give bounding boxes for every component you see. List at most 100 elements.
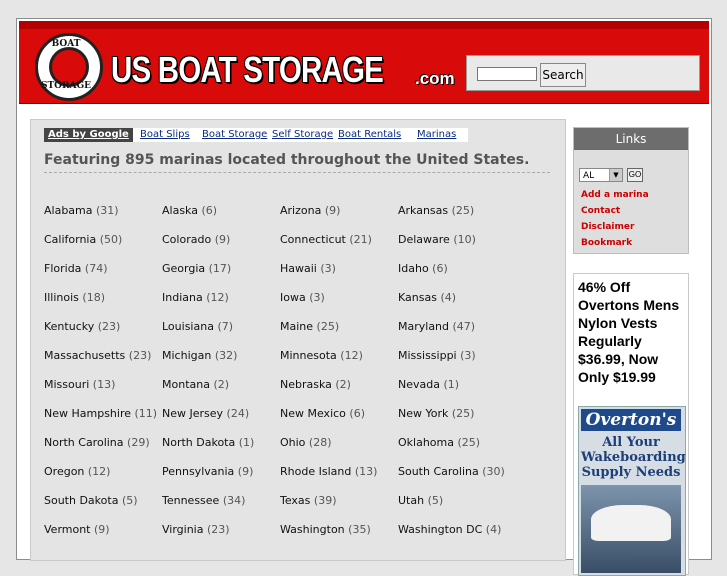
state-link[interactable]: California (50)	[44, 233, 122, 246]
state-name: Louisiana	[162, 320, 214, 333]
marina-count: (1)	[238, 436, 255, 449]
state-select[interactable]: AL ▼	[579, 168, 623, 182]
state-link[interactable]: North Carolina (29)	[44, 436, 150, 449]
ad-link-self-storage[interactable]: Self Storage	[272, 128, 333, 142]
state-link[interactable]: Pennsylvania (9)	[162, 465, 253, 478]
state-link[interactable]: Massachusetts (23)	[44, 349, 151, 362]
state-link[interactable]: New Jersey (24)	[162, 407, 249, 420]
state-link[interactable]: New Hampshire (11)	[44, 407, 157, 420]
state-link[interactable]: South Carolina (30)	[398, 465, 505, 478]
state-link[interactable]: Idaho (6)	[398, 262, 448, 275]
site-title[interactable]: US BOAT STORAGE	[111, 49, 384, 91]
state-link[interactable]: Tennessee (34)	[162, 494, 245, 507]
state-link[interactable]: South Dakota (5)	[44, 494, 138, 507]
marina-count: (23)	[97, 320, 121, 333]
state-link[interactable]: Iowa (3)	[280, 291, 325, 304]
state-link[interactable]: New Mexico (6)	[280, 407, 365, 420]
state-link[interactable]: Kentucky (23)	[44, 320, 120, 333]
state-name: Arkansas	[398, 204, 449, 217]
state-name: Vermont	[44, 523, 91, 536]
marina-count: (35)	[348, 523, 371, 536]
ads-by-google-label[interactable]: Ads by Google	[44, 128, 133, 142]
state-link[interactable]: Texas (39)	[280, 494, 337, 507]
state-link[interactable]: Mississippi (3)	[398, 349, 476, 362]
state-link[interactable]: Colorado (9)	[162, 233, 230, 246]
promo-ad[interactable]: 46% Off Overtons Mens Nylon Vests Regula…	[573, 273, 689, 576]
state-link[interactable]: Washington DC (4)	[398, 523, 501, 536]
marina-count: (34)	[222, 494, 246, 507]
state-link[interactable]: Illinois (18)	[44, 291, 105, 304]
marina-count: (2)	[335, 378, 351, 391]
state-link[interactable]: Montana (2)	[162, 378, 229, 391]
go-button[interactable]: GO	[627, 168, 643, 182]
boat-photo	[581, 485, 681, 573]
state-link[interactable]: Ohio (28)	[280, 436, 332, 449]
marina-count: (5)	[121, 494, 138, 507]
site-tld[interactable]: .com	[415, 69, 455, 89]
state-link[interactable]: Arkansas (25)	[398, 204, 474, 217]
search-input[interactable]	[477, 67, 537, 81]
page-frame: BOAT STORAGE US BOAT STORAGE .com Search…	[16, 18, 712, 576]
headline-divider	[44, 172, 550, 173]
state-link[interactable]: Georgia (17)	[162, 262, 231, 275]
state-link[interactable]: Missouri (13)	[44, 378, 115, 391]
state-link[interactable]: New York (25)	[398, 407, 474, 420]
state-link[interactable]: Connecticut (21)	[280, 233, 372, 246]
state-name: Virginia	[162, 523, 204, 536]
logo-top-text: BOAT	[51, 39, 81, 49]
state-link[interactable]: Hawaii (3)	[280, 262, 336, 275]
marina-count: (9)	[214, 233, 231, 246]
state-link[interactable]: Florida (74)	[44, 262, 108, 275]
state-link[interactable]: Indiana (12)	[162, 291, 229, 304]
ad-link-boat-slips[interactable]: Boat Slips	[140, 128, 190, 142]
promo-image[interactable]: Overton's All Your Wakeboarding Supply N…	[578, 406, 686, 576]
state-name: Minnesota	[280, 349, 337, 362]
marina-count: (25)	[451, 407, 475, 420]
state-name: New Mexico	[280, 407, 346, 420]
state-name: Tennessee	[162, 494, 220, 507]
state-name: Kansas	[398, 291, 437, 304]
state-link[interactable]: Virginia (23)	[162, 523, 230, 536]
marina-count: (24)	[226, 407, 250, 420]
state-link[interactable]: Arizona (9)	[280, 204, 340, 217]
state-name: Florida	[44, 262, 82, 275]
state-name: Washington	[280, 523, 345, 536]
chevron-down-icon[interactable]: ▼	[609, 169, 622, 181]
state-link[interactable]: Delaware (10)	[398, 233, 476, 246]
ad-link-boat-rentals[interactable]: Boat Rentals	[338, 128, 401, 142]
state-link[interactable]: Washington (35)	[280, 523, 371, 536]
sidebar-link-contact[interactable]: Contact	[581, 206, 620, 216]
state-link[interactable]: Maine (25)	[280, 320, 339, 333]
state-link[interactable]: Alaska (6)	[162, 204, 217, 217]
marina-count: (12)	[206, 291, 229, 304]
sidebar-links-box: Links AL ▼ GO Add a marina Contact Discl…	[573, 127, 689, 254]
state-link[interactable]: Nevada (1)	[398, 378, 459, 391]
state-name: New York	[398, 407, 449, 420]
state-link[interactable]: Oregon (12)	[44, 465, 110, 478]
state-link[interactable]: Nebraska (2)	[280, 378, 351, 391]
page-headline: Featuring 895 marinas located throughout…	[44, 152, 530, 168]
sidebar-link-add-marina[interactable]: Add a marina	[581, 190, 649, 200]
state-link[interactable]: Rhode Island (13)	[280, 465, 377, 478]
state-name: Kentucky	[44, 320, 95, 333]
state-link[interactable]: Alabama (31)	[44, 204, 119, 217]
sidebar-link-bookmark[interactable]: Bookmark	[581, 238, 632, 248]
main-content: Ads by Google Boat Slips Boat Storage Se…	[30, 119, 566, 561]
state-link[interactable]: North Dakota (1)	[162, 436, 254, 449]
state-link[interactable]: Minnesota (12)	[280, 349, 363, 362]
sidebar-link-disclaimer[interactable]: Disclaimer	[581, 222, 634, 232]
state-name: Missouri	[44, 378, 90, 391]
state-link[interactable]: Maryland (47)	[398, 320, 475, 333]
ad-link-marinas[interactable]: Marinas	[417, 128, 456, 142]
state-link[interactable]: Louisiana (7)	[162, 320, 233, 333]
state-link[interactable]: Oklahoma (25)	[398, 436, 480, 449]
state-name: Mississippi	[398, 349, 457, 362]
state-link[interactable]: Utah (5)	[398, 494, 443, 507]
state-link[interactable]: Vermont (9)	[44, 523, 110, 536]
search-button[interactable]: Search	[540, 63, 586, 87]
promo-text[interactable]: 46% Off Overtons Mens Nylon Vests Regula…	[578, 278, 688, 386]
ad-link-boat-storage[interactable]: Boat Storage	[202, 128, 267, 142]
state-link[interactable]: Kansas (4)	[398, 291, 456, 304]
state-link[interactable]: Michigan (32)	[162, 349, 237, 362]
marina-count: (2)	[213, 378, 230, 391]
